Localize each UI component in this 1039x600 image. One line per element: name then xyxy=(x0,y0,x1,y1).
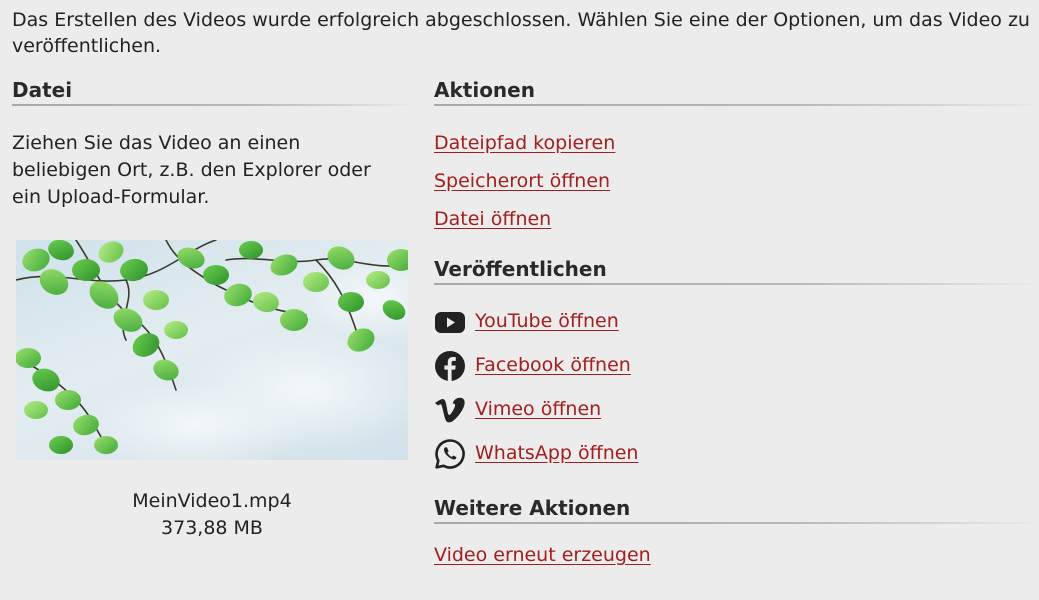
vimeo-link[interactable]: Vimeo öffnen xyxy=(475,396,601,422)
video-thumbnail[interactable] xyxy=(16,240,408,460)
vimeo-icon[interactable] xyxy=(434,394,466,426)
facebook-link[interactable]: Facebook öffnen xyxy=(475,352,631,378)
publish-section-title: Veröffentlichen xyxy=(434,257,607,281)
open-file-link[interactable]: Datei öffnen xyxy=(434,206,551,232)
copy-path-link[interactable]: Dateipfad kopieren xyxy=(434,130,615,156)
youtube-icon[interactable] xyxy=(434,306,466,338)
more-actions-section-divider xyxy=(434,522,1034,524)
file-section-divider xyxy=(12,104,408,106)
whatsapp-icon[interactable] xyxy=(434,438,466,470)
more-actions-section-title: Weitere Aktionen xyxy=(434,496,631,520)
success-message: Das Erstellen des Videos wurde erfolgrei… xyxy=(12,9,1030,57)
youtube-link[interactable]: YouTube öffnen xyxy=(475,308,619,334)
file-drag-description: Ziehen Sie das Video an einen beliebigen… xyxy=(12,132,371,208)
open-location-link[interactable]: Speicherort öffnen xyxy=(434,168,610,194)
whatsapp-link[interactable]: WhatsApp öffnen xyxy=(475,440,638,466)
video-file-name: MeinVideo1.mp4 xyxy=(132,490,292,512)
actions-section-title: Aktionen xyxy=(434,78,535,102)
actions-section-divider xyxy=(434,104,1034,106)
regenerate-video-link[interactable]: Video erneut erzeugen xyxy=(434,542,651,568)
video-file-size: 373,88 MB xyxy=(161,517,263,539)
file-section-title: Datei xyxy=(12,78,73,102)
facebook-icon[interactable] xyxy=(434,350,466,382)
publish-section-divider xyxy=(434,283,1034,285)
